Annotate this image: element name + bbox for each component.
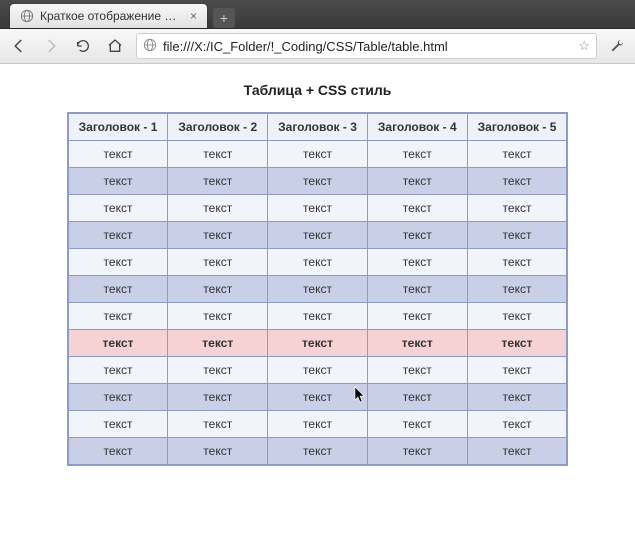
table-cell: текст bbox=[268, 222, 368, 249]
toolbar: file:///X:/IC_Folder/!_Coding/CSS/Table/… bbox=[0, 29, 635, 64]
table-row[interactable]: тексттексттексттексттекст bbox=[68, 357, 568, 384]
new-tab-button[interactable]: + bbox=[213, 8, 235, 28]
table-cell: текст bbox=[367, 195, 467, 222]
url-text: file:///X:/IC_Folder/!_Coding/CSS/Table/… bbox=[163, 39, 448, 54]
table-cell: текст bbox=[367, 276, 467, 303]
table-cell: текст bbox=[68, 222, 168, 249]
table-cell: текст bbox=[68, 195, 168, 222]
table-cell: текст bbox=[268, 141, 368, 168]
table-cell: текст bbox=[367, 249, 467, 276]
table-cell: текст bbox=[467, 357, 567, 384]
table-row[interactable]: тексттексттексттексттекст bbox=[68, 195, 568, 222]
table-cell: текст bbox=[367, 141, 467, 168]
table-cell: текст bbox=[467, 195, 567, 222]
table-cell: текст bbox=[268, 357, 368, 384]
forward-button[interactable] bbox=[40, 35, 62, 57]
table-cell: текст bbox=[467, 141, 567, 168]
table-row[interactable]: тексттексттексттексттекст bbox=[68, 438, 568, 466]
table-cell: текст bbox=[367, 303, 467, 330]
table-cell: текст bbox=[268, 438, 368, 466]
table-cell: текст bbox=[168, 384, 268, 411]
table-cell: текст bbox=[268, 330, 368, 357]
browser-tab[interactable]: Краткое отображение зака × bbox=[10, 4, 207, 28]
table-cell: текст bbox=[367, 168, 467, 195]
table-row[interactable]: тексттексттексттексттекст bbox=[68, 222, 568, 249]
table-row[interactable]: тексттексттексттексттекст bbox=[68, 384, 568, 411]
table-cell: текст bbox=[68, 438, 168, 466]
table-cell: текст bbox=[268, 303, 368, 330]
table-cell: текст bbox=[367, 438, 467, 466]
table-cell: текст bbox=[467, 249, 567, 276]
table-cell: текст bbox=[168, 195, 268, 222]
table-cell: текст bbox=[168, 303, 268, 330]
table-cell: текст bbox=[268, 276, 368, 303]
table-cell: текст bbox=[268, 195, 368, 222]
table-cell: текст bbox=[168, 330, 268, 357]
table-cell: текст bbox=[367, 411, 467, 438]
table-cell: текст bbox=[268, 384, 368, 411]
table-cell: текст bbox=[367, 384, 467, 411]
table-cell: текст bbox=[268, 249, 368, 276]
table-cell: текст bbox=[168, 222, 268, 249]
table-cell: текст bbox=[68, 249, 168, 276]
table-cell: текст bbox=[467, 222, 567, 249]
table-cell: текст bbox=[68, 168, 168, 195]
globe-icon bbox=[20, 9, 34, 23]
table-row[interactable]: тексттексттексттексттекст bbox=[68, 249, 568, 276]
settings-wrench-icon[interactable] bbox=[607, 38, 627, 54]
col-header-2: Заголовок - 2 bbox=[168, 113, 268, 141]
table-cell: текст bbox=[367, 357, 467, 384]
table-cell: текст bbox=[168, 276, 268, 303]
back-button[interactable] bbox=[8, 35, 30, 57]
table-cell: текст bbox=[467, 276, 567, 303]
table-cell: текст bbox=[68, 357, 168, 384]
col-header-4: Заголовок - 4 bbox=[367, 113, 467, 141]
table-cell: текст bbox=[467, 303, 567, 330]
col-header-5: Заголовок - 5 bbox=[467, 113, 567, 141]
table-cell: текст bbox=[68, 141, 168, 168]
table-cell: текст bbox=[268, 168, 368, 195]
styled-table: Заголовок - 1Заголовок - 2Заголовок - 3З… bbox=[67, 112, 569, 466]
close-icon[interactable]: × bbox=[190, 9, 197, 23]
table-cell: текст bbox=[168, 411, 268, 438]
table-cell: текст bbox=[168, 249, 268, 276]
table-cell: текст bbox=[467, 168, 567, 195]
table-row[interactable]: тексттексттексттексттекст bbox=[68, 276, 568, 303]
table-caption: Таблица + CSS стиль bbox=[244, 82, 392, 98]
table-cell: текст bbox=[367, 330, 467, 357]
table-cell: текст bbox=[168, 357, 268, 384]
globe-icon bbox=[143, 38, 157, 55]
table-row[interactable]: тексттексттексттексттекст bbox=[68, 168, 568, 195]
reload-button[interactable] bbox=[72, 35, 94, 57]
table-cell: текст bbox=[68, 330, 168, 357]
table-cell: текст bbox=[168, 438, 268, 466]
table-cell: текст bbox=[68, 303, 168, 330]
table-cell: текст bbox=[168, 141, 268, 168]
table-cell: текст bbox=[467, 330, 567, 357]
page-viewport: Таблица + CSS стиль Заголовок - 1Заголов… bbox=[0, 64, 635, 544]
table-cell: текст bbox=[467, 384, 567, 411]
address-bar[interactable]: file:///X:/IC_Folder/!_Coding/CSS/Table/… bbox=[136, 33, 597, 59]
table-cell: текст bbox=[68, 276, 168, 303]
table-cell: текст bbox=[467, 411, 567, 438]
tab-strip: Краткое отображение зака × + bbox=[0, 0, 635, 29]
home-button[interactable] bbox=[104, 35, 126, 57]
table-row[interactable]: тексттексттексттексттекст bbox=[68, 303, 568, 330]
tab-title: Краткое отображение зака bbox=[40, 9, 180, 23]
table-cell: текст bbox=[268, 411, 368, 438]
table-cell: текст bbox=[467, 438, 567, 466]
table-row[interactable]: тексттексттексттексттекст bbox=[68, 411, 568, 438]
bookmark-star-icon[interactable]: ☆ bbox=[578, 38, 590, 54]
table-row[interactable]: тексттексттексттексттекст bbox=[68, 141, 568, 168]
table-cell: текст bbox=[168, 168, 268, 195]
col-header-1: Заголовок - 1 bbox=[68, 113, 168, 141]
table-cell: текст bbox=[367, 222, 467, 249]
table-cell: текст bbox=[68, 384, 168, 411]
table-cell: текст bbox=[68, 411, 168, 438]
table-row[interactable]: тексттексттексттексттекст bbox=[68, 330, 568, 357]
col-header-3: Заголовок - 3 bbox=[268, 113, 368, 141]
